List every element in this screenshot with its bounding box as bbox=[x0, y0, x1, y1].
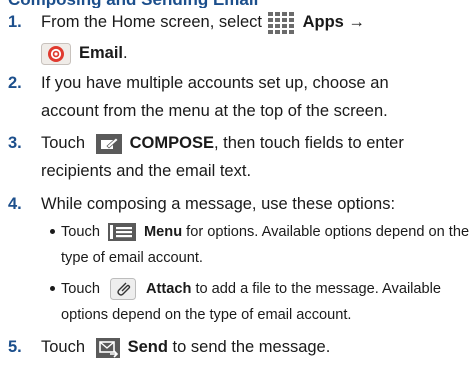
apps-icon bbox=[266, 10, 295, 35]
step-text: Touch COMPOSE, then touch fields to ente… bbox=[41, 130, 466, 157]
bullet-text-part: Touch bbox=[61, 224, 104, 240]
bullet-dot bbox=[50, 285, 55, 291]
bullet-text-part: Touch bbox=[61, 281, 104, 297]
section-heading-text: Composing and Sending Email bbox=[8, 0, 258, 8]
step-text: account from the menu at the top of the … bbox=[41, 102, 388, 120]
step-number: 2. bbox=[8, 74, 22, 92]
bullet-text-part: for options. Available options depend on… bbox=[182, 224, 470, 240]
email-icon bbox=[41, 42, 71, 65]
menu-icon bbox=[108, 223, 136, 242]
bullet-menu: Touch Menu for options. Available option… bbox=[50, 220, 469, 245]
section-heading: Composing and Sending Email bbox=[0, 0, 472, 8]
step-text-part: . bbox=[123, 44, 128, 62]
step-text: From the Home screen, select Apps → bbox=[41, 9, 466, 36]
step-text: Email. bbox=[41, 40, 466, 67]
step-text-part: Touch bbox=[41, 338, 90, 356]
apps-label: Apps → bbox=[302, 13, 365, 31]
bullet-text: options depend on the type of email acco… bbox=[61, 307, 352, 323]
step-number: 5. bbox=[8, 338, 22, 356]
bullet-attach: Touch Attach to add a file to the messag… bbox=[50, 277, 441, 302]
step-text-part: to send the message. bbox=[167, 338, 331, 356]
bullet-text: type of email account. bbox=[61, 250, 203, 266]
compose-icon bbox=[95, 133, 122, 154]
step-number: 1. bbox=[8, 13, 22, 31]
step-text: recipients and the email text. bbox=[41, 162, 252, 180]
step-number: 3. bbox=[8, 134, 22, 152]
attach-icon bbox=[110, 278, 136, 301]
compose-label: COMPOSE bbox=[129, 134, 214, 152]
step-text: While composing a message, use these opt… bbox=[41, 195, 396, 213]
send-icon bbox=[95, 337, 120, 358]
step-text-part: Touch bbox=[41, 134, 90, 152]
email-label: Email bbox=[79, 44, 124, 62]
send-label: Send bbox=[127, 338, 168, 356]
bullet-dot bbox=[50, 228, 55, 234]
bullet-text-part: to add a file to the message. Available bbox=[191, 281, 442, 297]
step-number: 4. bbox=[8, 195, 22, 213]
step-text: Touch Send to send the message. bbox=[41, 334, 466, 361]
step-text-part: From the Home screen, select bbox=[41, 13, 267, 31]
attach-label: Attach bbox=[146, 281, 192, 297]
step-text-part: , then touch fields to enter bbox=[213, 134, 404, 152]
menu-label: Menu bbox=[144, 224, 183, 240]
step-text: If you have multiple accounts set up, ch… bbox=[41, 74, 389, 92]
